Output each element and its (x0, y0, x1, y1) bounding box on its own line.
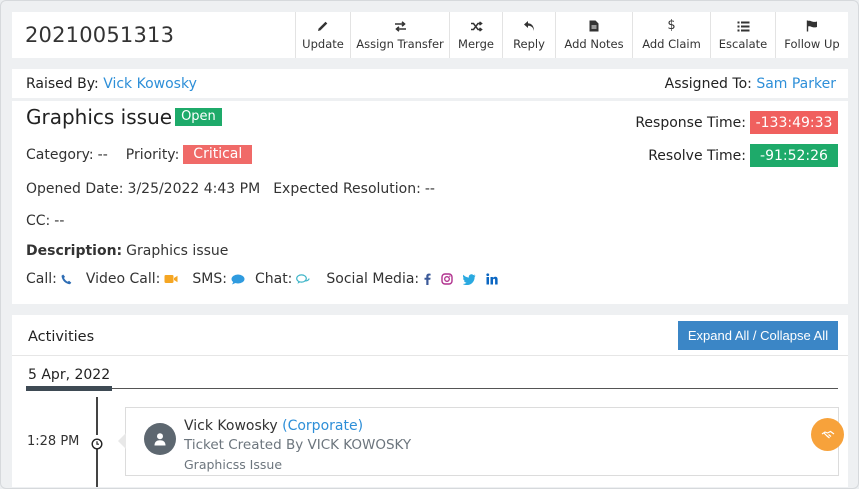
opened-date-label: Opened Date: (26, 181, 124, 197)
ownership-bar: Raised By: Vick Kowosky Assigned To: Sam… (12, 69, 848, 98)
description-value: Graphics issue (126, 243, 229, 259)
pencil-icon (317, 19, 329, 33)
call-label: Call: (26, 271, 57, 287)
description-row: Description: Graphics issue (26, 243, 228, 259)
follow-up-button[interactable]: Follow Up (775, 12, 848, 58)
cc-value: -- (54, 213, 65, 229)
sms-bubble-icon[interactable] (231, 274, 245, 285)
opened-date-value: 3/25/2022 4:43 PM (127, 181, 261, 197)
priority-label: Priority: (125, 146, 180, 163)
activity-time: 1:28 PM (27, 434, 80, 449)
add-claim-button[interactable]: $ Add Claim (632, 12, 710, 58)
resolve-time-label: Resolve Time: (648, 147, 746, 164)
cc-label: CC: (26, 213, 51, 229)
assigned-to-link[interactable]: Sam Parker (756, 76, 836, 92)
social-media-label: Social Media: (326, 271, 420, 287)
category-value: -- (97, 146, 108, 163)
ticket-details: Graphics issue Open Response Time: -133:… (12, 101, 848, 304)
dates-row: Opened Date: 3/25/2022 4:43 PM Expected … (26, 181, 435, 197)
dollar-icon: $ (667, 18, 676, 33)
timeline-date-underline (26, 386, 112, 391)
activities-divider (12, 355, 848, 356)
card-pointer (118, 433, 126, 449)
activity-author: Vick Kowosky (Corporate) (184, 418, 363, 434)
activity-card: Vick Kowosky (Corporate) Ticket Created … (118, 407, 844, 476)
raised-by: Raised By: Vick Kowosky (26, 76, 197, 92)
clock-icon (91, 435, 103, 450)
update-label: Update (302, 37, 344, 51)
response-time-label: Response Time: (635, 114, 746, 131)
response-time-value: -133:49:33 (750, 111, 838, 134)
raised-by-label: Raised By: (26, 75, 99, 92)
activities-panel: Activities Expand All / Collapse All 5 A… (12, 315, 848, 487)
expected-resolution-label: Expected Resolution: (273, 181, 421, 197)
ticket-toolbar: 20210051313 Update Assign Transfer Merge… (12, 12, 848, 58)
raised-by-link[interactable]: Vick Kowosky (103, 76, 197, 92)
description-label: Description: (26, 243, 123, 259)
activity-author-org[interactable]: (Corporate) (282, 418, 363, 434)
activity-action-button[interactable] (811, 418, 844, 451)
linkedin-icon[interactable] (486, 273, 498, 285)
timeline-date: 5 Apr, 2022 (28, 367, 111, 383)
activity-author-name: Vick Kowosky (184, 418, 278, 434)
flag-icon (806, 19, 818, 33)
activity-handshake-icon (821, 430, 834, 438)
video-camera-icon[interactable] (164, 274, 178, 284)
reply-button[interactable]: Reply (502, 12, 555, 58)
document-icon (589, 19, 599, 33)
activity-summary: Ticket Created By VICK KOWOSKY (184, 437, 412, 453)
cc-row: CC: -- (26, 213, 64, 229)
reply-icon (523, 19, 535, 33)
facebook-icon[interactable] (424, 273, 431, 285)
assign-transfer-label: Assign Transfer (356, 37, 444, 51)
expected-resolution-value: -- (424, 181, 435, 197)
phone-icon[interactable] (61, 274, 72, 285)
merge-button[interactable]: Merge (449, 12, 502, 58)
merge-label: Merge (458, 37, 494, 51)
response-time-row: Response Time: -133:49:33 (635, 111, 838, 134)
assigned-to-label: Assigned To: (664, 75, 752, 92)
ticket-panel: 20210051313 Update Assign Transfer Merge… (0, 0, 859, 489)
escalate-button[interactable]: Escalate (710, 12, 775, 58)
follow-up-label: Follow Up (784, 37, 840, 51)
assigned-to: Assigned To: Sam Parker (665, 76, 836, 92)
activities-title: Activities (28, 329, 95, 345)
sms-label: SMS: (192, 271, 227, 287)
status-badge: Open (175, 108, 222, 126)
shuffle-icon (470, 19, 483, 33)
resolve-time-row: Resolve Time: -91:52:26 (648, 144, 838, 167)
escalate-label: Escalate (718, 37, 768, 51)
list-icon (737, 19, 750, 33)
resolve-time-value: -91:52:26 (750, 144, 838, 167)
update-button[interactable]: Update (295, 12, 350, 58)
activity-detail: Graphicss Issue (184, 457, 283, 472)
category-priority-row: Category: -- Priority: Critical (26, 145, 253, 164)
twitter-icon[interactable] (463, 273, 476, 285)
ticket-title: Graphics issue (26, 105, 173, 129)
expand-collapse-button[interactable]: Expand All / Collapse All (678, 321, 838, 350)
instagram-icon[interactable] (441, 273, 453, 285)
chat-label: Chat: (254, 271, 293, 287)
priority-badge: Critical (183, 145, 253, 164)
contact-channels-row: Call: Video Call: SMS: Chat: Social Medi… (26, 271, 504, 287)
timeline-date-rule (26, 388, 838, 389)
ticket-id: 20210051313 (25, 23, 175, 47)
add-notes-button[interactable]: Add Notes (555, 12, 632, 58)
ticket-title-row: Graphics issue Open (26, 105, 222, 129)
transfer-arrows-icon (394, 19, 407, 33)
category-label: Category: (26, 146, 94, 163)
reply-label: Reply (513, 37, 545, 51)
assign-transfer-button[interactable]: Assign Transfer (350, 12, 449, 58)
add-claim-label: Add Claim (642, 37, 701, 51)
user-avatar-icon (144, 423, 176, 455)
chat-bubbles-icon[interactable] (296, 273, 311, 285)
video-call-label: Video Call: (85, 271, 161, 287)
add-notes-label: Add Notes (564, 37, 624, 51)
